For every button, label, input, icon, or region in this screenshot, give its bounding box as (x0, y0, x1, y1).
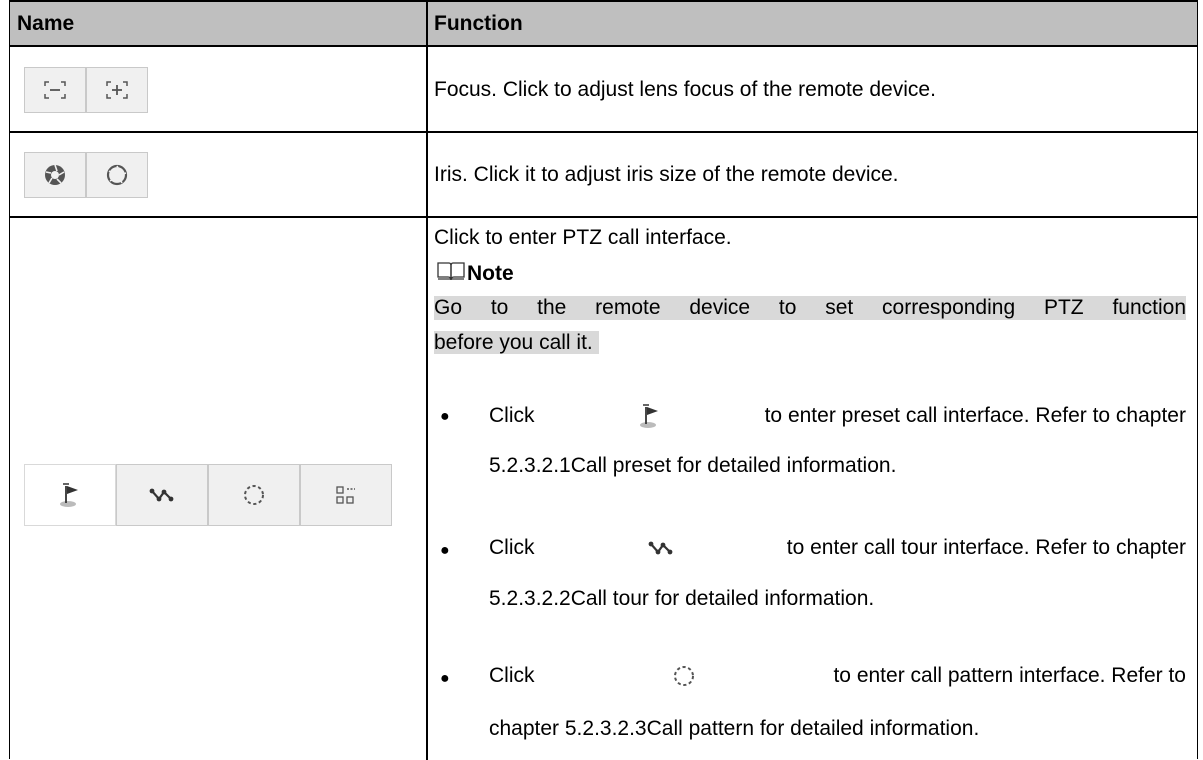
bullet-dot: ● (440, 408, 450, 425)
tour-button[interactable] (116, 464, 208, 526)
more-button[interactable] (300, 464, 392, 526)
function-table (9, 0, 1198, 759)
bullet-tour-line2: 5.2.3.2.2Call tour for detailed informat… (489, 587, 875, 610)
pattern-icon (673, 666, 694, 686)
iris-open-icon (45, 164, 65, 185)
iris-close-icon (106, 164, 128, 186)
note-line-1: Go to the remote device to set correspon… (434, 296, 1186, 320)
preset-flag-icon (60, 483, 78, 507)
tour-icon (648, 541, 673, 555)
bullet-pattern-line2: chapter 5.2.3.2.3Call pattern for detail… (489, 717, 980, 740)
table-border-header (9, 45, 1198, 47)
focus-description: Focus. Click to adjust lens focus of the… (434, 78, 936, 101)
header-function: Function (434, 12, 523, 35)
bullet-dot: ● (440, 542, 450, 559)
table-border-row2 (9, 216, 1198, 218)
bullet-tour-line1: Click to enter call tour interface. Refe… (489, 536, 1186, 559)
focus-minus-button[interactable] (24, 67, 86, 113)
iris-close-button[interactable] (86, 152, 148, 198)
pattern-icon (244, 485, 264, 505)
focus-plus-icon (106, 81, 128, 99)
iris-open-button[interactable] (24, 152, 86, 198)
table-border-top (9, 0, 1198, 2)
note-book-icon (436, 260, 466, 287)
table-border-row1 (9, 131, 1198, 133)
iris-description: Iris. Click it to adjust iris size of th… (434, 163, 899, 186)
note-label: Note (467, 262, 514, 285)
focus-plus-button[interactable] (86, 67, 148, 113)
bullet-preset-line1: Click to enter preset call interface. Re… (489, 404, 1186, 428)
preset-button[interactable] (24, 464, 116, 526)
bullet-pattern-line1: Click to enter call pattern interface. R… (489, 664, 1186, 687)
more-icon (336, 486, 355, 504)
bullet-preset-line2: 5.2.3.2.1Call preset for detailed inform… (489, 454, 897, 477)
focus-minus-icon (44, 81, 66, 99)
table-column-divider (426, 0, 428, 760)
pattern-button[interactable] (208, 464, 300, 526)
header-name: Name (17, 12, 75, 35)
note-line-2: before you call it. (434, 331, 599, 355)
bullet-dot: ● (440, 670, 450, 687)
preset-flag-icon (639, 404, 658, 428)
ptz-intro: Click to enter PTZ call interface. (434, 226, 732, 249)
tour-icon (149, 488, 174, 502)
